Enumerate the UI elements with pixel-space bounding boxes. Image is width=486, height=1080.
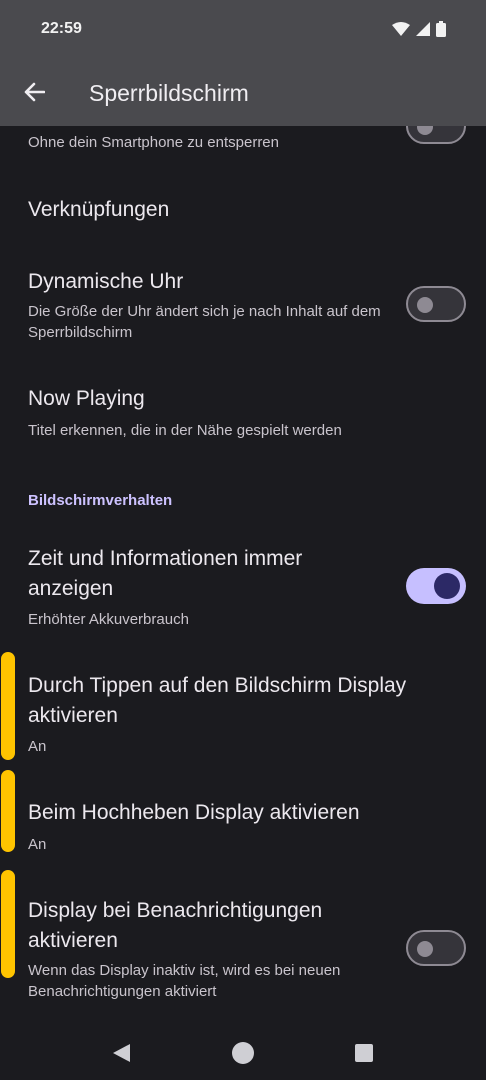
signal-icon <box>416 22 430 36</box>
setting-subtitle: Wenn das Display inaktiv ist, wird es be… <box>28 962 341 1000</box>
setting-item-now-playing[interactable]: Now Playing Titel erkennen, die in der N… <box>0 366 486 466</box>
setting-subtitle: Ohne dein Smartphone zu entsperren <box>28 134 279 151</box>
nav-recents-button[interactable] <box>351 1040 377 1066</box>
setting-toggle[interactable] <box>406 286 466 322</box>
setting-toggle[interactable] <box>406 930 466 966</box>
nav-back-button[interactable] <box>108 1040 134 1066</box>
setting-item-shortcuts[interactable]: Verknüpfungen <box>0 171 486 251</box>
setting-title: Verknüpfungen <box>28 198 170 221</box>
page-title: Sperrbildschirm <box>89 80 249 106</box>
back-button[interactable] <box>18 76 50 108</box>
toggle-knob <box>434 573 460 599</box>
setting-subtitle: An <box>28 836 47 853</box>
setting-item-tap-to-wake[interactable]: Durch Tippen auf den Bildschirm Display … <box>0 661 486 771</box>
setting-title: Beim Hochheben Display aktivieren <box>28 801 360 824</box>
setting-title: Zeit und Informationen immer anzeigen <box>28 547 303 600</box>
highlight-marker <box>1 870 15 978</box>
setting-subtitle: Die Größe der Uhr ändert sich je nach In… <box>28 303 381 341</box>
battery-icon <box>436 21 446 37</box>
setting-title: Now Playing <box>28 387 145 410</box>
toggle-knob <box>417 297 433 313</box>
app-bar: Sperrbildschirm <box>0 62 486 126</box>
setting-title: Durch Tippen auf den Bildschirm Display … <box>28 674 407 727</box>
status-icons <box>392 21 446 37</box>
setting-toggle[interactable] <box>406 126 466 144</box>
wifi-icon <box>392 22 410 36</box>
setting-subtitle: An <box>28 738 47 755</box>
setting-item-lift-to-wake[interactable]: Beim Hochheben Display aktivieren An <box>0 786 486 866</box>
recents-square-icon <box>355 1044 373 1062</box>
back-triangle-icon <box>113 1044 130 1062</box>
status-bar: 22:59 <box>0 0 486 62</box>
setting-item-always-on[interactable]: Zeit und Informationen immer anzeigen Er… <box>0 536 486 646</box>
highlight-marker <box>1 770 15 852</box>
setting-item-dynamic-clock[interactable]: Dynamische Uhr Die Größe der Uhr ändert … <box>0 251 486 366</box>
setting-title: Dynamische Uhr <box>28 270 184 293</box>
arrow-left-icon <box>24 82 45 102</box>
setting-toggle[interactable] <box>406 568 466 604</box>
status-time: 22:59 <box>41 20 82 37</box>
setting-subtitle: Erhöhter Akkuverbrauch <box>28 611 189 628</box>
setting-title: Display bei Benachrichtigungen aktiviere… <box>28 899 323 952</box>
toggle-knob <box>417 941 433 957</box>
home-circle-icon <box>232 1042 254 1064</box>
setting-subtitle: Titel erkennen, die in der Nähe gespielt… <box>28 422 342 439</box>
setting-item-unlock[interactable]: Ohne dein Smartphone zu entsperren <box>0 126 486 171</box>
setting-item-notification-wake[interactable]: Display bei Benachrichtigungen aktiviere… <box>0 886 486 1016</box>
settings-list[interactable]: Ohne dein Smartphone zu entsperren Verkn… <box>0 126 486 1026</box>
navigation-bar <box>0 1026 486 1080</box>
section-header: Bildschirmverhalten <box>28 492 173 509</box>
toggle-knob <box>417 126 433 135</box>
highlight-marker <box>1 652 15 760</box>
nav-home-button[interactable] <box>230 1040 256 1066</box>
